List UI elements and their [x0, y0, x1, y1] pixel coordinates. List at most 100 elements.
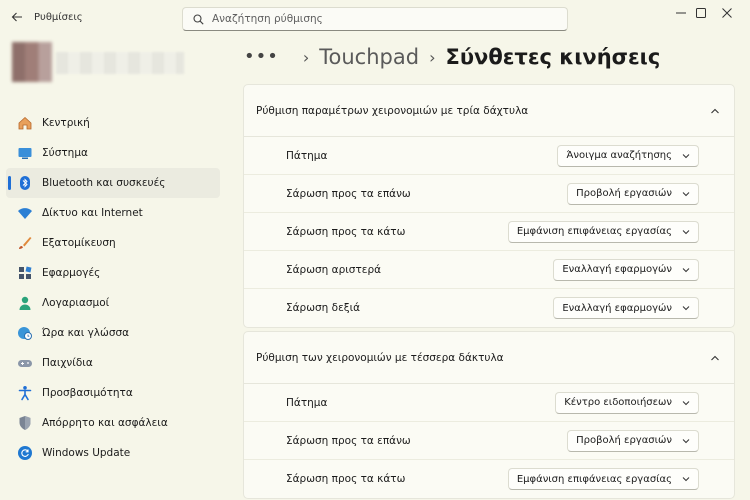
setting-row: Σάρωση αριστερά Εναλλαγή εφαρμογών — [244, 251, 734, 289]
brush-icon — [16, 234, 34, 252]
sidebar-item-label: Ώρα και γλώσσα — [42, 327, 130, 339]
shield-icon — [16, 414, 34, 432]
sidebar-item-network[interactable]: Δίκτυο και Internet — [6, 198, 220, 228]
tap-action-dropdown[interactable]: Κέντρο ειδοποιήσεων — [555, 391, 699, 414]
sidebar-item-label: Δίκτυο και Internet — [42, 207, 143, 219]
sidebar-item-label: Σύστημα — [42, 147, 88, 159]
setting-label: Σάρωση προς τα επάνω — [286, 187, 411, 200]
swipe-up-dropdown[interactable]: Προβολή εργασιών — [567, 182, 699, 205]
sidebar-item-label: Κεντρική — [42, 117, 90, 129]
setting-label: Πάτημα — [286, 396, 328, 409]
search-input[interactable] — [212, 13, 542, 25]
avatar[interactable] — [12, 42, 52, 82]
close-icon — [722, 8, 732, 18]
section-title: Ρύθμιση παραμέτρων χειρονομιών με τρία δ… — [256, 104, 529, 117]
swipe-up-dropdown[interactable]: Προβολή εργασιών — [567, 429, 699, 452]
sidebar-item-label: Bluetooth και συσκευές — [42, 177, 166, 189]
apps-icon — [16, 264, 34, 282]
sidebar-item-label: Εφαρμογές — [42, 267, 101, 279]
setting-row: Πάτημα Άνοιγμα αναζήτησης — [244, 137, 734, 175]
setting-label: Σάρωση προς τα επάνω — [286, 434, 411, 447]
sidebar-item-accessibility[interactable]: Προσβασιμότητα — [6, 378, 220, 408]
sidebar-item-windows-update[interactable]: Windows Update — [6, 438, 220, 468]
dropdown-value: Άνοιγμα αναζήτησης — [566, 150, 672, 161]
app-title: Ρυθμίσεις — [34, 12, 83, 23]
setting-row: Σάρωση δεξιά Εναλλαγή εφαρμογών — [244, 289, 734, 327]
accessibility-icon — [16, 384, 34, 402]
setting-row: Σάρωση προς τα κάτω Εμφάνιση επιφάνειας … — [244, 460, 734, 498]
sidebar: Κεντρική Σύστημα Bluetooth και συσκευές … — [6, 108, 220, 468]
gamepad-icon — [16, 354, 34, 372]
chevron-up-icon[interactable] — [710, 353, 720, 363]
sidebar-item-time-language[interactable]: Ώρα και γλώσσα — [6, 318, 220, 348]
chevron-down-icon — [682, 399, 690, 407]
update-icon — [16, 444, 34, 462]
chevron-down-icon — [682, 475, 690, 483]
sidebar-item-privacy[interactable]: Απόρρητο και ασφάλεια — [6, 408, 220, 438]
dropdown-value: Προβολή εργασιών — [576, 435, 672, 446]
sidebar-item-apps[interactable]: Εφαρμογές — [6, 258, 220, 288]
breadcrumb: ••• › Touchpad › Σύνθετες κινήσεις — [244, 42, 660, 72]
sidebar-item-label: Windows Update — [42, 447, 131, 459]
section-header[interactable]: Ρύθμιση των χειρονομιών με τέσσερα δάκτυ… — [244, 332, 734, 384]
chevron-down-icon — [682, 190, 690, 198]
swipe-left-dropdown[interactable]: Εναλλαγή εφαρμογών — [553, 258, 699, 281]
three-finger-gestures-section: Ρύθμιση παραμέτρων χειρονομιών με τρία δ… — [243, 84, 735, 328]
dropdown-value: Εναλλαγή εφαρμογών — [562, 302, 672, 314]
dropdown-value: Εναλλαγή εφαρμογών — [562, 264, 672, 275]
sidebar-item-label: Απόρρητο και ασφάλεια — [42, 417, 168, 429]
dropdown-value: Εμφάνιση επιφάνειας εργασίας — [516, 226, 672, 237]
search-box[interactable] — [182, 7, 568, 31]
wifi-icon — [16, 204, 34, 222]
sidebar-item-label: Εξατομίκευση — [42, 237, 116, 249]
search-icon — [193, 13, 204, 25]
chevron-down-icon — [682, 228, 690, 236]
sidebar-item-system[interactable]: Σύστημα — [6, 138, 220, 168]
tap-action-dropdown[interactable]: Άνοιγμα αναζήτησης — [557, 144, 699, 167]
setting-row: Σάρωση προς τα επάνω Προβολή εργασιών — [244, 175, 734, 213]
arrow-left-icon — [11, 12, 22, 22]
section-header[interactable]: Ρύθμιση παραμέτρων χειρονομιών με τρία δ… — [244, 85, 734, 137]
dropdown-value: Προβολή εργασιών — [576, 188, 672, 199]
setting-label: Πάτημα — [286, 149, 328, 162]
chevron-down-icon — [682, 152, 690, 160]
setting-label: Σάρωση δεξιά — [286, 302, 361, 314]
person-icon — [16, 294, 34, 312]
monitor-icon — [16, 144, 34, 162]
sidebar-item-personalization[interactable]: Εξατομίκευση — [6, 228, 220, 258]
dropdown-value: Κέντρο ειδοποιήσεων — [564, 397, 672, 408]
bluetooth-icon — [16, 174, 34, 192]
globe-clock-icon — [16, 324, 34, 342]
four-finger-gestures-section: Ρύθμιση των χειρονομιών με τέσσερα δάκτυ… — [243, 331, 735, 499]
setting-row: Σάρωση προς τα επάνω Προβολή εργασιών — [244, 422, 734, 460]
close-button[interactable] — [704, 0, 750, 26]
setting-label: Σάρωση προς τα κάτω — [286, 225, 406, 238]
back-button[interactable] — [6, 6, 28, 28]
home-icon — [16, 114, 34, 132]
setting-label: Σάρωση προς τα κάτω — [286, 473, 406, 485]
sidebar-item-home[interactable]: Κεντρική — [6, 108, 220, 138]
chevron-right-icon: › — [429, 47, 436, 67]
sidebar-item-gaming[interactable]: Παιχνίδια — [6, 348, 220, 378]
swipe-down-dropdown[interactable]: Εμφάνιση επιφάνειας εργασίας — [507, 220, 699, 243]
swipe-down-dropdown[interactable]: Εμφάνιση επιφάνειας εργασίας — [507, 468, 699, 490]
breadcrumb-parent-link[interactable]: Touchpad — [319, 45, 419, 69]
account-name-blurred — [56, 52, 184, 74]
sidebar-item-accounts[interactable]: Λογαριασμοί — [6, 288, 220, 318]
setting-row: Πάτημα Κέντρο ειδοποιήσεων — [244, 384, 734, 422]
chevron-right-icon: › — [302, 47, 310, 67]
chevron-down-icon — [682, 304, 690, 312]
sidebar-item-bluetooth[interactable]: Bluetooth και συσκευές — [6, 168, 220, 198]
sidebar-item-label: Λογαριασμοί — [42, 297, 110, 309]
page-title: Σύνθετες κινήσεις — [445, 45, 661, 69]
chevron-up-icon[interactable] — [710, 106, 720, 116]
setting-row: Σάρωση προς τα κάτω Εμφάνιση επιφάνειας … — [244, 213, 734, 251]
setting-label: Σάρωση αριστερά — [286, 263, 382, 276]
sidebar-item-label: Προσβασιμότητα — [42, 387, 133, 399]
breadcrumb-overflow-button[interactable]: ••• — [244, 48, 279, 66]
dropdown-value: Εμφάνιση επιφάνειας εργασίας — [516, 473, 672, 485]
swipe-right-dropdown[interactable]: Εναλλαγή εφαρμογών — [553, 297, 699, 319]
title-bar: Ρυθμίσεις — [0, 0, 750, 36]
chevron-down-icon — [682, 266, 690, 274]
section-title: Ρύθμιση των χειρονομιών με τέσσερα δάκτυ… — [256, 351, 504, 364]
